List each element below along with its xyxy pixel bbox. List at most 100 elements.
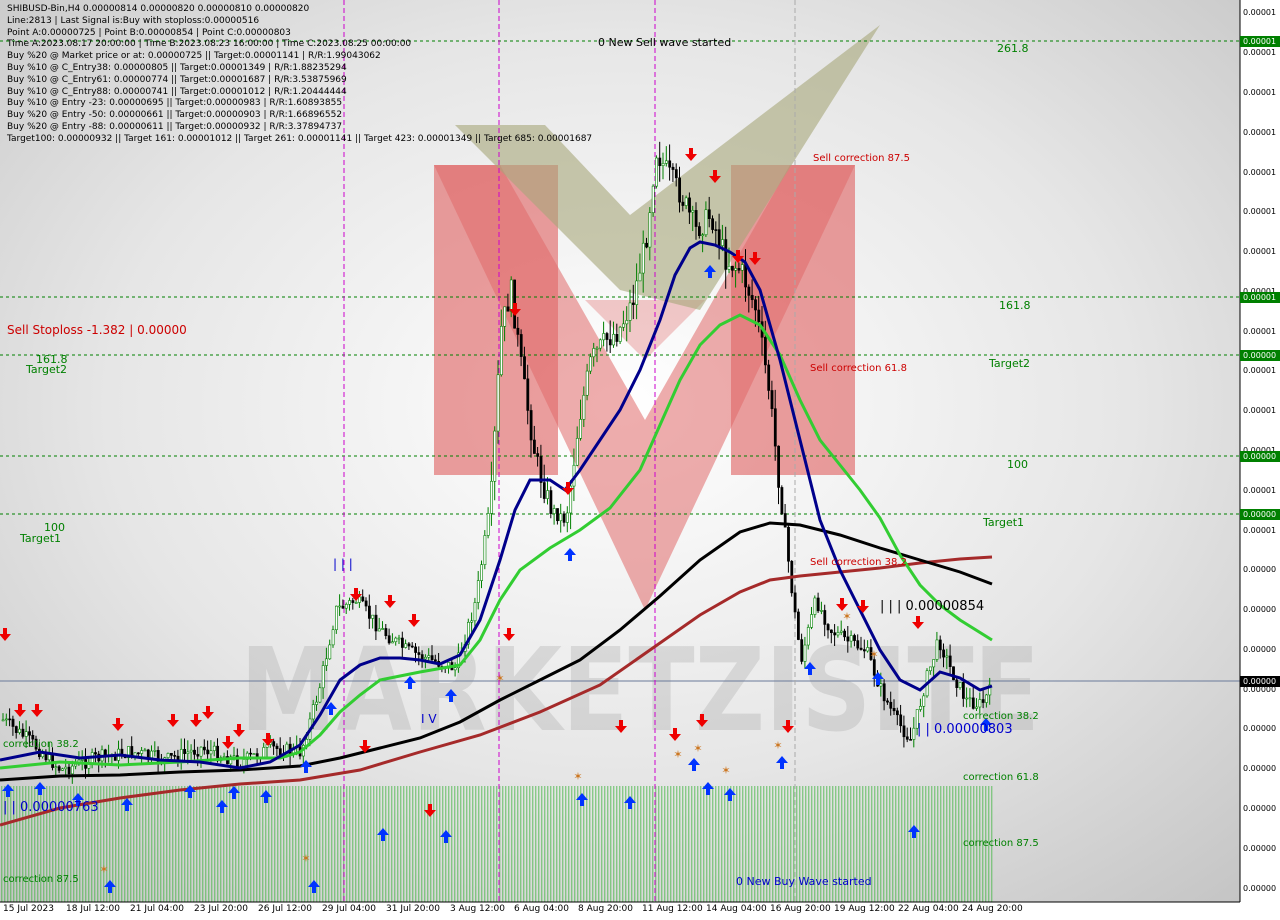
time-tick-label: 19 Aug 12:00 <box>834 904 895 914</box>
candle-body <box>94 752 97 755</box>
candle-body <box>955 679 959 688</box>
candle-body <box>318 687 322 703</box>
price-tick-label: 0.00000 <box>1243 565 1277 574</box>
candle-body <box>750 295 754 301</box>
candle-body <box>714 229 718 231</box>
candle-body <box>625 320 629 325</box>
zone-bar <box>199 786 201 902</box>
zone-bar <box>478 786 480 902</box>
zone-bar <box>139 786 141 902</box>
zone-bar <box>637 786 639 902</box>
candle-body <box>559 513 563 522</box>
candle-body <box>21 728 25 737</box>
candle-body <box>499 326 503 376</box>
zone-bar <box>103 786 105 902</box>
zone-bar <box>676 786 678 902</box>
candle-body <box>334 605 338 631</box>
zone-bar <box>298 786 300 902</box>
left-target2-label: Target2 <box>26 363 68 376</box>
candle-body <box>24 731 28 737</box>
candle-body <box>410 645 414 648</box>
zone-bar <box>595 786 597 902</box>
right-2618-label: 261.8 <box>997 42 1029 55</box>
candle-body <box>315 701 319 705</box>
zone-bar <box>547 786 549 902</box>
candle-body <box>252 753 256 755</box>
zone-bar <box>604 786 606 902</box>
star-marker-icon: ✶ <box>721 764 730 777</box>
zone-bar <box>607 786 609 902</box>
zone-bar <box>682 786 684 902</box>
time-tick-label: 26 Jul 12:00 <box>258 904 312 914</box>
price-tick-label: 0.00001 <box>1243 48 1277 57</box>
zone-bar <box>256 786 258 902</box>
candle-body <box>694 210 698 227</box>
price-tick-label: 0.00000 <box>1243 804 1277 813</box>
candle-body <box>688 197 691 213</box>
price-tick-label: 0.00001 <box>1243 128 1277 137</box>
candle-body <box>476 580 480 603</box>
candle-body <box>348 600 352 605</box>
zone-bar <box>511 786 513 902</box>
candle-body <box>684 197 688 206</box>
candle-body <box>328 644 332 660</box>
zone-bar <box>952 786 954 902</box>
zone-bar <box>670 786 672 902</box>
zone-bar <box>385 786 387 902</box>
candle-body <box>628 302 632 321</box>
zone-bar <box>340 786 342 902</box>
candle-body <box>203 746 206 751</box>
zone-bar <box>565 786 567 902</box>
candle-body <box>199 746 203 757</box>
candle-body <box>952 666 955 681</box>
zone-bar <box>187 786 189 902</box>
candle-body <box>879 683 883 687</box>
zone-bar <box>532 786 534 902</box>
zone-bar <box>349 786 351 902</box>
candle-body <box>523 356 526 380</box>
candle-body <box>747 286 751 296</box>
candle-body <box>414 646 418 653</box>
candle-body <box>8 718 12 721</box>
price-tick-label: 0.00001 <box>1243 88 1277 97</box>
zone-bar <box>910 786 912 902</box>
candle-body <box>608 339 612 346</box>
zone-bar <box>877 786 879 902</box>
zone-bar <box>157 786 159 902</box>
time-tick-label: 22 Aug 04:00 <box>898 904 959 914</box>
candle-body <box>483 535 487 565</box>
zone-bar <box>883 786 885 902</box>
time-tick-label: 24 Aug 20:00 <box>962 904 1023 914</box>
zone-bar <box>235 786 237 902</box>
zone-bar <box>481 786 483 902</box>
candle-body <box>140 750 144 754</box>
candle-body <box>691 210 695 213</box>
candle-body <box>744 264 748 288</box>
candle-body <box>704 209 708 236</box>
zone-bar <box>163 786 165 902</box>
zone-bar <box>331 786 333 902</box>
zone-bar <box>286 786 288 902</box>
candle-body <box>67 766 71 775</box>
zone-bar <box>586 786 588 902</box>
candle-body <box>945 655 949 658</box>
candle-body <box>707 209 711 219</box>
candle-body <box>64 766 68 770</box>
candle-body <box>529 410 533 441</box>
current-price-box: 0.00000 <box>1240 676 1280 687</box>
zone-bar <box>469 786 471 902</box>
zone-bar <box>730 786 732 902</box>
candle-body <box>843 630 847 638</box>
right-target2-label: Target2 <box>989 357 1031 370</box>
candle-body <box>849 635 853 642</box>
zone-bar <box>958 786 960 902</box>
zone-bar <box>280 786 282 902</box>
candle-body <box>374 614 378 632</box>
zone-bar <box>352 786 354 902</box>
candle-body <box>754 299 757 311</box>
candle-body <box>11 718 15 727</box>
time-tick-label: 14 Aug 04:00 <box>706 904 767 914</box>
level-price-box: 0.00001 <box>1240 292 1280 303</box>
zone-bar <box>175 786 177 902</box>
candle-body <box>958 682 962 688</box>
